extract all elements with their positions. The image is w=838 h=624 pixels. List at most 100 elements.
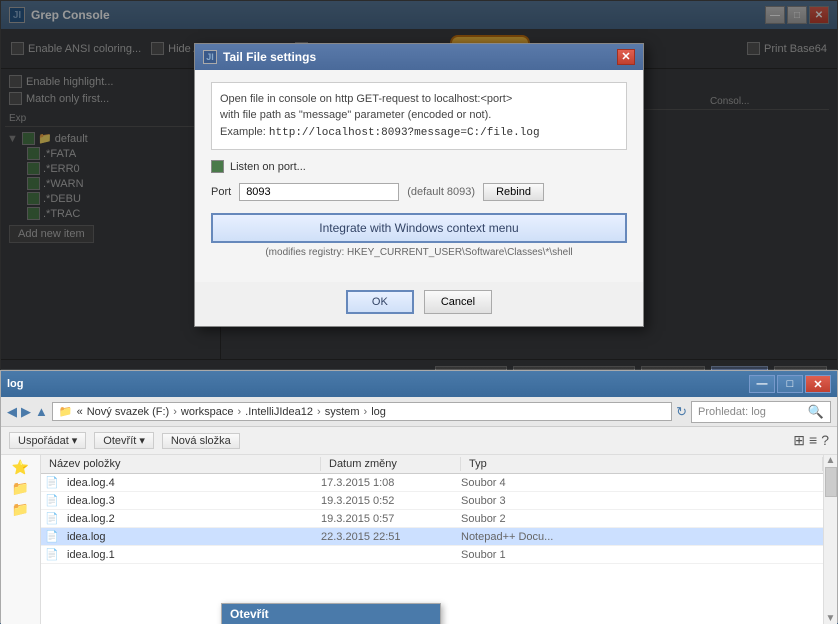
folder-nav-icon: 📁 bbox=[12, 480, 29, 497]
file-row-0[interactable]: 📄 idea.log.4 17.3.2015 1:08 Soubor 4 bbox=[41, 474, 823, 492]
file-row-2[interactable]: 📄 idea.log.2 19.3.2015 0:57 Soubor 2 bbox=[41, 510, 823, 528]
star-icon: ⭐ bbox=[12, 459, 29, 476]
rebind-button[interactable]: Rebind bbox=[483, 183, 544, 201]
modal-description: Open file in console on http GET-request… bbox=[211, 82, 627, 151]
fe-title: log bbox=[7, 378, 24, 390]
modal-overlay: JI Tail File settings ✕ Open file in con… bbox=[1, 1, 837, 369]
col-name-header[interactable]: Název položky bbox=[41, 457, 321, 471]
view-list-icon[interactable]: ≡ bbox=[809, 432, 817, 449]
file-type-1: Soubor 3 bbox=[461, 495, 823, 507]
fe-scrollbar[interactable]: ▲ ▼ bbox=[823, 455, 837, 624]
example-url: http://localhost:8093?message=C:/file.lo… bbox=[269, 127, 540, 139]
fe-address-bar: ◀ ▶ ▲ 📁 « Nový svazek (F:) › workspace ›… bbox=[1, 397, 837, 427]
file-type-4: Soubor 1 bbox=[461, 549, 823, 561]
context-menu-header: Otevřít bbox=[222, 604, 440, 624]
fe-title-controls: — □ ✕ bbox=[749, 375, 831, 393]
back-button[interactable]: ◀ bbox=[7, 404, 17, 420]
file-icon-4: 📄 bbox=[45, 548, 65, 561]
breadcrumb-system: system bbox=[325, 406, 360, 418]
modal-close-button[interactable]: ✕ bbox=[617, 49, 635, 65]
fe-maximize-button[interactable]: □ bbox=[777, 375, 803, 393]
file-date-1: 19.3.2015 0:52 bbox=[321, 495, 461, 507]
modal-title-icon: JI bbox=[203, 50, 217, 64]
port-input[interactable] bbox=[239, 183, 399, 201]
new-folder-button[interactable]: Nová složka bbox=[162, 433, 240, 449]
file-icon-0: 📄 bbox=[45, 476, 65, 489]
file-icon-1: 📄 bbox=[45, 494, 65, 507]
file-icon-3: 📄 bbox=[45, 530, 65, 543]
scroll-up-button[interactable]: ▲ bbox=[824, 455, 837, 466]
fe-list-header: Název položky Datum změny Typ bbox=[41, 455, 823, 474]
file-type-0: Soubor 4 bbox=[461, 477, 823, 489]
example-label: Example: bbox=[220, 126, 266, 138]
modal-footer: OK Cancel bbox=[195, 282, 643, 326]
modal-cancel-button[interactable]: Cancel bbox=[424, 290, 492, 314]
modal-title: Tail File settings bbox=[223, 50, 316, 64]
address-breadcrumb[interactable]: 📁 « Nový svazek (F:) › workspace › .Inte… bbox=[52, 402, 672, 421]
file-name-1: idea.log.3 bbox=[65, 495, 321, 507]
file-icon-2: 📄 bbox=[45, 512, 65, 525]
col-type-header[interactable]: Typ bbox=[461, 457, 823, 471]
port-label: Port bbox=[211, 186, 231, 198]
fe-icon-buttons: ⊞ ≡ ? bbox=[793, 432, 829, 449]
file-name-3: idea.log bbox=[65, 531, 321, 543]
fe-file-list: Název položky Datum změny Typ 📄 idea.log… bbox=[41, 455, 823, 624]
breadcrumb-part0: « bbox=[77, 406, 83, 418]
organize-button[interactable]: Uspořádat ▾ bbox=[9, 432, 86, 449]
file-date-3: 22.3.2015 22:51 bbox=[321, 531, 461, 543]
file-date-0: 17.3.2015 1:08 bbox=[321, 477, 461, 489]
file-name-4: idea.log.1 bbox=[65, 549, 321, 561]
file-name-2: idea.log.2 bbox=[65, 513, 321, 525]
modal-title-bar: JI Tail File settings ✕ bbox=[195, 44, 643, 70]
listen-on-port-row: Listen on port... bbox=[211, 160, 627, 173]
fe-close-button[interactable]: ✕ bbox=[805, 375, 831, 393]
file-name-0: idea.log.4 bbox=[65, 477, 321, 489]
file-type-3: Notepad++ Docu... bbox=[461, 531, 823, 543]
file-type-2: Soubor 2 bbox=[461, 513, 823, 525]
context-menu: Otevřít Open in IntelliJ IDEA console Op… bbox=[221, 603, 441, 624]
open-chevron: ▾ bbox=[139, 434, 145, 447]
help-icon[interactable]: ? bbox=[821, 432, 829, 449]
fe-left-nav: ⭐ 📁 📁 bbox=[1, 455, 41, 624]
breadcrumb-icon: 📁 bbox=[59, 405, 73, 418]
file-row-4[interactable]: 📄 idea.log.1 Soubor 1 bbox=[41, 546, 823, 564]
fe-main: ⭐ 📁 📁 Název položky Datum změny Typ 📄 id… bbox=[1, 455, 837, 624]
port-row: Port (default 8093) Rebind bbox=[211, 183, 627, 201]
search-icon: 🔍 bbox=[808, 404, 824, 420]
search-placeholder: Prohledat: log bbox=[698, 406, 766, 418]
organize-chevron: ▾ bbox=[72, 434, 78, 447]
tail-settings-dialog: JI Tail File settings ✕ Open file in con… bbox=[194, 43, 644, 328]
modal-body: Open file in console on http GET-request… bbox=[195, 70, 643, 283]
file-explorer-window: log — □ ✕ ◀ ▶ ▲ 📁 « Nový svazek (F:) › w… bbox=[0, 370, 838, 623]
integrate-button[interactable]: Integrate with Windows context menu bbox=[211, 213, 627, 243]
file-row-1[interactable]: 📄 idea.log.3 19.3.2015 0:52 Soubor 3 bbox=[41, 492, 823, 510]
modal-desc-example: Example: http://localhost:8093?message=C… bbox=[220, 124, 618, 142]
breadcrumb-intellij: .IntelliJIdea12 bbox=[245, 406, 313, 418]
forward-button[interactable]: ▶ bbox=[21, 404, 31, 420]
listen-checkbox[interactable] bbox=[211, 160, 224, 173]
up-button[interactable]: ▲ bbox=[35, 404, 48, 419]
modal-desc-line2: with file path as "message" parameter (e… bbox=[220, 107, 618, 124]
modal-desc-line1: Open file in console on http GET-request… bbox=[220, 91, 618, 108]
view-toggle-icon[interactable]: ⊞ bbox=[793, 432, 805, 449]
fe-toolbar: Uspořádat ▾ Otevřít ▾ Nová složka ⊞ ≡ ? bbox=[1, 427, 837, 455]
open-button[interactable]: Otevřít ▾ bbox=[94, 432, 154, 449]
col-date-header[interactable]: Datum změny bbox=[321, 457, 461, 471]
folder-nav-icon2: 📁 bbox=[12, 501, 29, 518]
port-default-text: (default 8093) bbox=[407, 186, 475, 198]
registry-note: (modifies registry: HKEY_CURRENT_USER\So… bbox=[211, 247, 627, 258]
search-box[interactable]: Prohledat: log 🔍 bbox=[691, 401, 831, 423]
file-row-3[interactable]: 📄 idea.log 22.3.2015 22:51 Notepad++ Doc… bbox=[41, 528, 823, 546]
scroll-thumb[interactable] bbox=[825, 467, 837, 497]
listen-on-port-label: Listen on port... bbox=[230, 161, 306, 173]
fe-minimize-button[interactable]: — bbox=[749, 375, 775, 393]
scroll-track bbox=[824, 498, 837, 613]
modal-ok-button[interactable]: OK bbox=[346, 290, 414, 314]
fe-title-bar: log — □ ✕ bbox=[1, 371, 837, 397]
refresh-button[interactable]: ↻ bbox=[676, 404, 687, 420]
breadcrumb-workspace: workspace bbox=[181, 406, 234, 418]
grep-console-window: JI Grep Console — □ ✕ Enable ANSI colori… bbox=[0, 0, 838, 623]
breadcrumb-novy-svazek: Nový svazek (F:) bbox=[87, 406, 170, 418]
breadcrumb-log: log bbox=[371, 406, 386, 418]
scroll-down-button[interactable]: ▼ bbox=[824, 613, 837, 624]
